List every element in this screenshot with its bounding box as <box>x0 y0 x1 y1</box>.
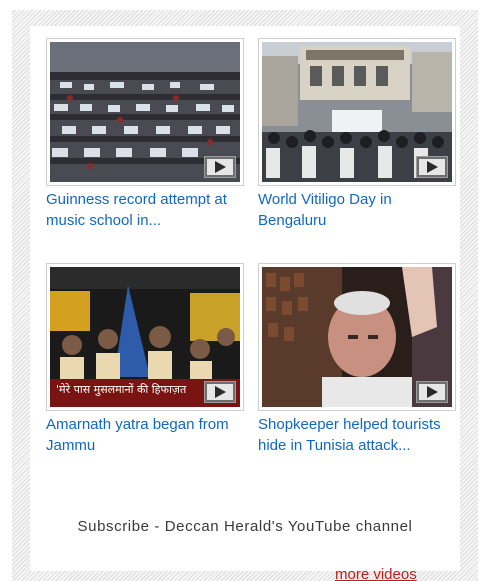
video-title[interactable]: World Vitiligo Day in Bengaluru <box>258 189 458 231</box>
video-title[interactable]: Amarnath yatra began from Jammu <box>46 414 246 456</box>
video-grid: Guinness record attempt at music school … <box>30 26 460 571</box>
play-icon[interactable] <box>204 381 236 403</box>
video-caption-overlay: 'मेरे पास मुसलमानों की हिफाज़त <box>56 383 187 396</box>
thumbnail-image <box>262 267 452 407</box>
more-videos-link[interactable]: more videos <box>335 568 417 581</box>
video-widget: Guinness record attempt at music school … <box>12 10 478 581</box>
play-icon[interactable] <box>204 156 236 178</box>
video-thumbnail[interactable]: 'मेरे पास मुसलमानों की हिफाज़त <box>46 263 244 411</box>
video-title[interactable]: Guinness record attempt at music school … <box>46 189 246 231</box>
play-icon[interactable] <box>416 156 448 178</box>
video-thumbnail[interactable] <box>258 38 456 186</box>
subscribe-link[interactable]: Subscribe - Deccan Herald's YouTube chan… <box>30 516 460 537</box>
play-icon[interactable] <box>416 381 448 403</box>
video-title[interactable]: Shopkeeper helped tourists hide in Tunis… <box>258 414 458 456</box>
thumbnail-image <box>50 42 240 182</box>
thumbnail-image: 'मेरे पास मुसलमानों की हिफाज़त <box>50 267 240 407</box>
thumbnail-image <box>262 42 452 182</box>
video-thumbnail[interactable] <box>258 263 456 411</box>
video-thumbnail[interactable] <box>46 38 244 186</box>
